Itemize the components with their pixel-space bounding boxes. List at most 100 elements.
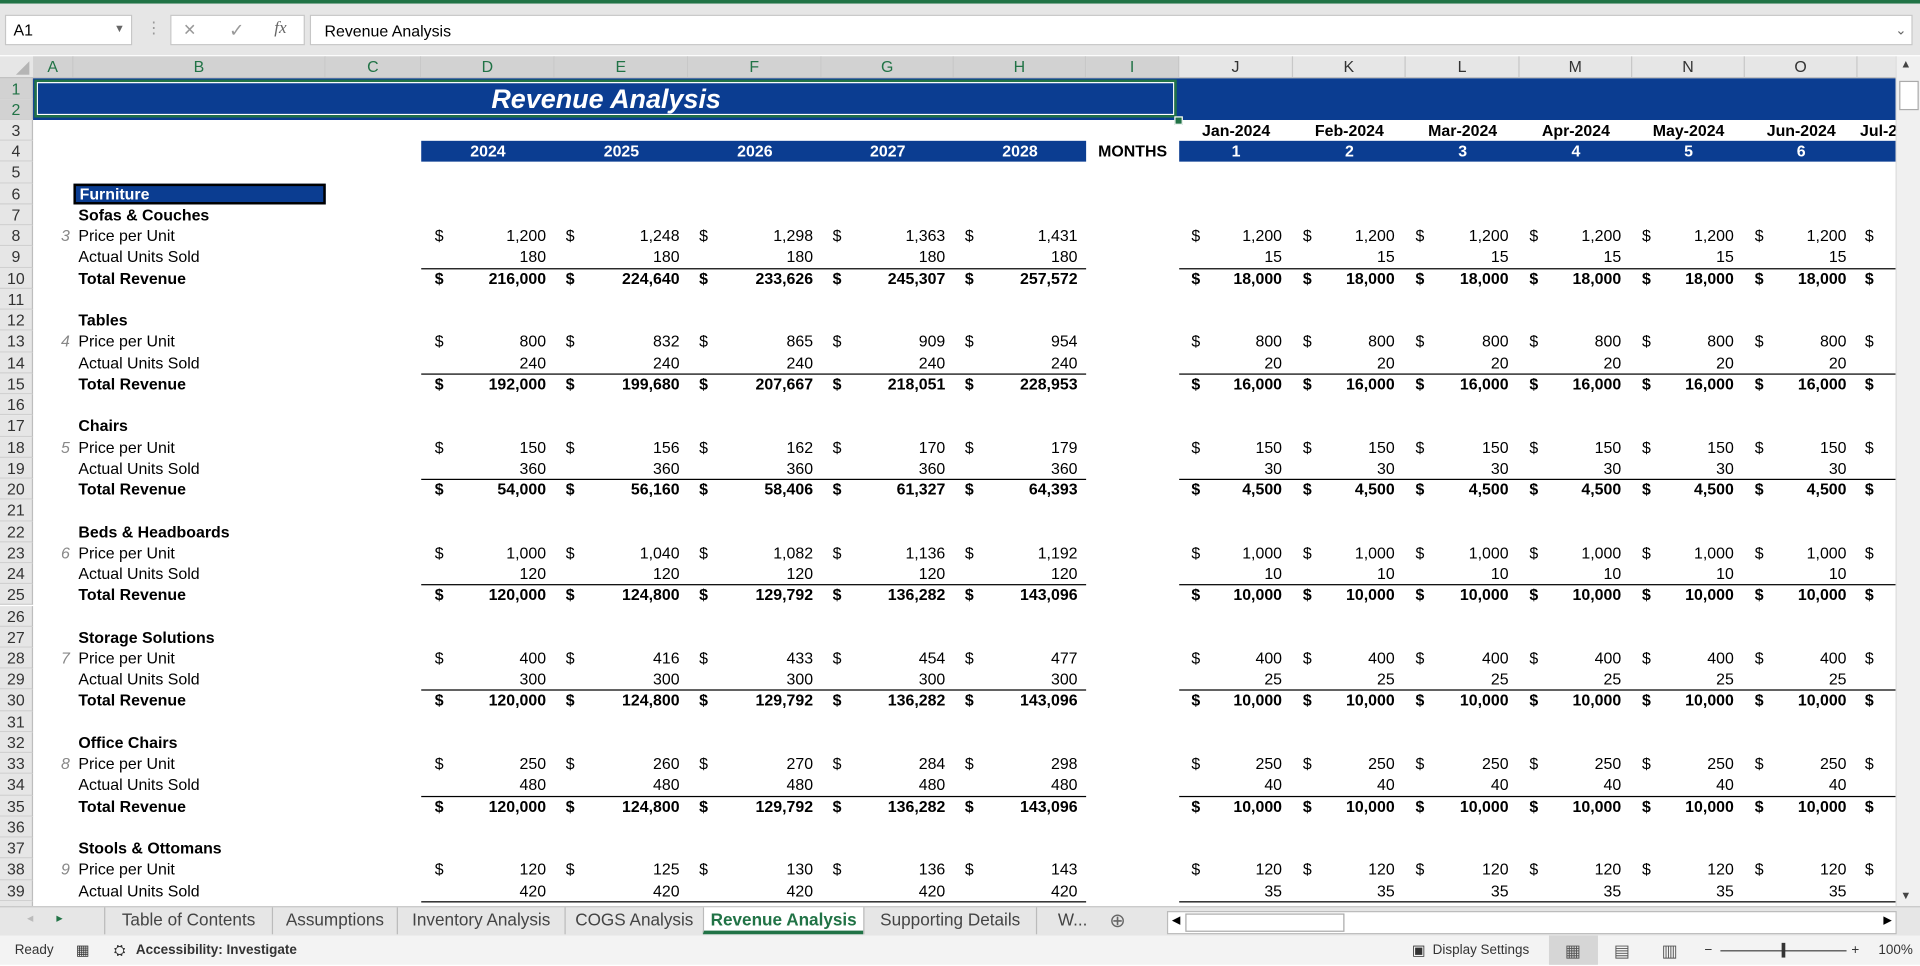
- month-price-value[interactable]: 250: [1406, 753, 1509, 774]
- year-units-value[interactable]: 180: [822, 247, 946, 268]
- zoom-out-button[interactable]: −: [1704, 936, 1712, 965]
- year-units-value[interactable]: 120: [688, 563, 813, 584]
- year-units-value[interactable]: 420: [822, 880, 946, 901]
- year-units-value[interactable]: 240: [555, 352, 680, 373]
- worksheet-grid[interactable]: 1 2 3 4 5 6 7 8 9 10 11 12 13 14 15 16 17 18 19 20 21 22 23 24 2…: [0, 0, 1896, 907]
- month-units-value[interactable]: 40: [1632, 774, 1734, 795]
- year-units-value[interactable]: 480: [688, 774, 813, 795]
- month-price-value[interactable]: 150: [1632, 437, 1734, 458]
- year-units-value[interactable]: 300: [688, 669, 813, 690]
- horizontal-scroll-thumb[interactable]: [1185, 913, 1345, 932]
- year-total-value[interactable]: 143,096: [954, 584, 1078, 605]
- year-total-value[interactable]: 54,000: [421, 479, 546, 500]
- year-price-value[interactable]: 1,200: [421, 226, 546, 247]
- month-units-value[interactable]: 15: [1293, 247, 1395, 268]
- year-total-value[interactable]: 218,051: [822, 373, 946, 394]
- month-price-value[interactable]: 120: [1179, 859, 1282, 880]
- year-units-value[interactable]: 300: [954, 669, 1078, 690]
- year-price-value[interactable]: 954: [954, 331, 1078, 352]
- month-units-value[interactable]: 35: [1293, 880, 1395, 901]
- month-price-value[interactable]: 1,200: [1520, 226, 1621, 247]
- row-header-2[interactable]: 2: [0, 98, 34, 120]
- year-total-value[interactable]: 143,096: [954, 690, 1078, 711]
- year-price-value[interactable]: 832: [555, 331, 680, 352]
- row-header-34[interactable]: 34: [0, 774, 34, 796]
- year-total-value[interactable]: 228,953: [954, 373, 1078, 394]
- month-price-value[interactable]: 120: [1520, 859, 1622, 880]
- month-price-value[interactable]: 800: [1179, 331, 1282, 352]
- row-header-37[interactable]: 37: [0, 837, 34, 859]
- month-price-value[interactable]: 1,000: [1520, 542, 1621, 563]
- sheet-tab-revenue-analysis[interactable]: Revenue Analysis: [702, 907, 864, 935]
- month-price-value[interactable]: 250: [1293, 753, 1395, 774]
- sheet-tab-inventory-analysis[interactable]: Inventory Analysis: [396, 907, 565, 935]
- month-total-value[interactable]: 18,000: [1632, 268, 1734, 289]
- month-price-value[interactable]: 250: [1745, 753, 1847, 774]
- row-header-10[interactable]: 10: [0, 267, 34, 289]
- year-total-value[interactable]: 120,000: [421, 690, 547, 711]
- year-price-value[interactable]: 136: [822, 859, 946, 880]
- year-total-value[interactable]: 207,667: [688, 373, 814, 394]
- month-total-value[interactable]: 4,500: [1632, 479, 1734, 500]
- month-total-value[interactable]: 4,500: [1293, 479, 1395, 500]
- row-header-39[interactable]: 39: [0, 879, 34, 902]
- year-units-value[interactable]: 420: [688, 880, 813, 901]
- month-price-value[interactable]: 250: [1520, 753, 1622, 774]
- year-total-value[interactable]: 224,640: [555, 268, 680, 289]
- month-total-value[interactable]: 16,000: [1632, 373, 1734, 394]
- month-units-value[interactable]: 30: [1520, 458, 1622, 479]
- year-total-value[interactable]: 56,160: [555, 479, 680, 500]
- row-header-11[interactable]: 11: [0, 288, 34, 310]
- month-units-value[interactable]: 10: [1293, 563, 1395, 584]
- month-total-value[interactable]: 16,000: [1520, 373, 1622, 394]
- month-total-value[interactable]: 16,000: [1179, 373, 1282, 394]
- month-price-value[interactable]: 120: [1632, 859, 1734, 880]
- year-units-value[interactable]: 360: [555, 458, 680, 479]
- month-units-value[interactable]: 40: [1293, 774, 1395, 795]
- year-units-value[interactable]: 360: [954, 458, 1078, 479]
- year-price-value[interactable]: 477: [954, 648, 1078, 669]
- year-units-value[interactable]: 120: [421, 563, 547, 584]
- year-price-value[interactable]: 1,192: [954, 542, 1078, 563]
- year-price-value[interactable]: 156: [555, 437, 680, 458]
- month-price-value[interactable]: 800: [1293, 331, 1395, 352]
- year-total-value[interactable]: 233,626: [688, 268, 814, 289]
- month-price-value[interactable]: 800: [1745, 331, 1847, 352]
- row-header-28[interactable]: 28: [0, 647, 34, 669]
- month-price-value[interactable]: 1,000: [1293, 542, 1395, 563]
- year-total-value[interactable]: 257,572: [954, 268, 1078, 289]
- year-units-value[interactable]: 480: [954, 774, 1078, 795]
- month-units-value[interactable]: 40: [1406, 774, 1509, 795]
- year-total-value[interactable]: 124,800: [555, 584, 680, 605]
- row-header-25[interactable]: 25: [0, 584, 34, 606]
- row-header-1[interactable]: 1: [0, 77, 34, 99]
- month-units-value[interactable]: 15: [1745, 247, 1847, 268]
- month-price-value[interactable]: 800: [1632, 331, 1734, 352]
- month-units-value[interactable]: 25: [1520, 669, 1622, 690]
- month-total-value[interactable]: 10,000: [1293, 795, 1395, 816]
- month-units-value[interactable]: 20: [1520, 352, 1622, 373]
- month-units-value[interactable]: 30: [1745, 458, 1847, 479]
- year-total-value[interactable]: 58,406: [688, 479, 813, 500]
- year-total-value[interactable]: 64,393: [954, 479, 1078, 500]
- year-units-value[interactable]: 360: [688, 458, 813, 479]
- month-total-value[interactable]: 10,000: [1632, 795, 1734, 816]
- month-units-value[interactable]: 25: [1179, 669, 1282, 690]
- scroll-down-icon[interactable]: ▼: [1900, 889, 1911, 901]
- month-price-value[interactable]: 400: [1406, 648, 1509, 669]
- month-price-value[interactable]: 1,200: [1745, 226, 1847, 247]
- sheet-tab-supporting-details[interactable]: Supporting Details: [863, 907, 1036, 935]
- year-total-value[interactable]: 199,680: [555, 373, 680, 394]
- month-units-value[interactable]: 35: [1179, 880, 1282, 901]
- month-units-value[interactable]: 15: [1632, 247, 1734, 268]
- year-units-value[interactable]: 180: [555, 247, 680, 268]
- vertical-scrollbar[interactable]: ▲ ▼: [1895, 56, 1920, 907]
- year-units-value[interactable]: 120: [555, 563, 680, 584]
- month-price-value[interactable]: 800: [1520, 331, 1622, 352]
- month-units-value[interactable]: 10: [1179, 563, 1282, 584]
- row-header-13[interactable]: 13: [0, 331, 34, 353]
- year-units-value[interactable]: 120: [822, 563, 946, 584]
- month-units-value[interactable]: 35: [1632, 880, 1734, 901]
- year-units-value[interactable]: 300: [555, 669, 680, 690]
- year-price-value[interactable]: 865: [688, 331, 813, 352]
